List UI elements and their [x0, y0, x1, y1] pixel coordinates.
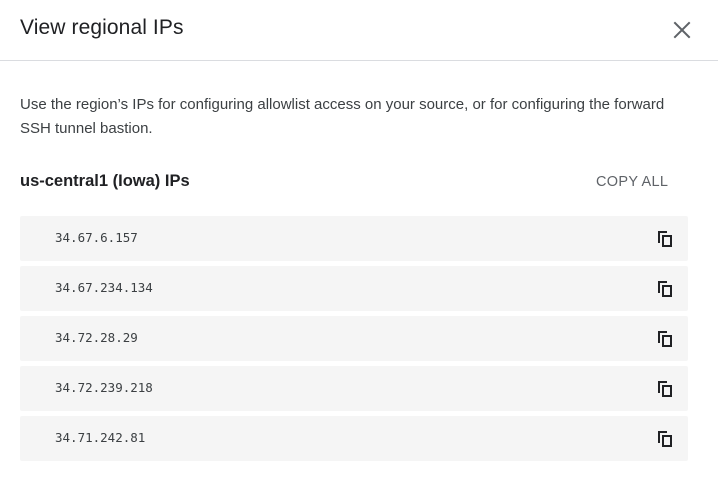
ip-address: 34.72.28.29 [55, 330, 138, 345]
copy-icon [658, 331, 672, 347]
copy-all-button[interactable]: COPY ALL [586, 168, 678, 196]
ip-address: 34.67.6.157 [55, 230, 138, 245]
copy-icon [658, 281, 672, 297]
ip-row: 34.71.242.81 [20, 416, 688, 461]
dialog-header: View regional IPs [0, 0, 718, 61]
dialog-description: Use the region’s IPs for configuring all… [20, 96, 665, 137]
copy-ip-button[interactable] [653, 277, 677, 301]
ip-address: 34.72.239.218 [55, 380, 153, 395]
ip-list: 34.67.6.157 34.67.234.134 34.72.28.29 34… [20, 216, 688, 466]
copy-icon [658, 381, 672, 397]
ip-address: 34.71.242.81 [55, 430, 146, 445]
ip-row: 34.67.6.157 [20, 216, 688, 261]
dialog-title: View regional IPs [20, 16, 184, 39]
copy-ip-button[interactable] [653, 327, 677, 351]
ip-address: 34.67.234.134 [55, 280, 153, 295]
copy-ip-button[interactable] [653, 427, 677, 451]
ip-row: 34.67.234.134 [20, 266, 688, 311]
close-button[interactable] [664, 12, 700, 48]
ip-row: 34.72.28.29 [20, 316, 688, 361]
region-ips-title: us-central1 (Iowa) IPs [20, 172, 190, 190]
ip-row: 34.72.239.218 [20, 366, 688, 411]
copy-icon [658, 231, 672, 247]
copy-ip-button[interactable] [653, 377, 677, 401]
copy-ip-button[interactable] [653, 227, 677, 251]
close-icon [673, 21, 691, 39]
regional-ips-dialog: View regional IPs Use the region’s IPs f… [0, 0, 718, 499]
copy-icon [658, 431, 672, 447]
